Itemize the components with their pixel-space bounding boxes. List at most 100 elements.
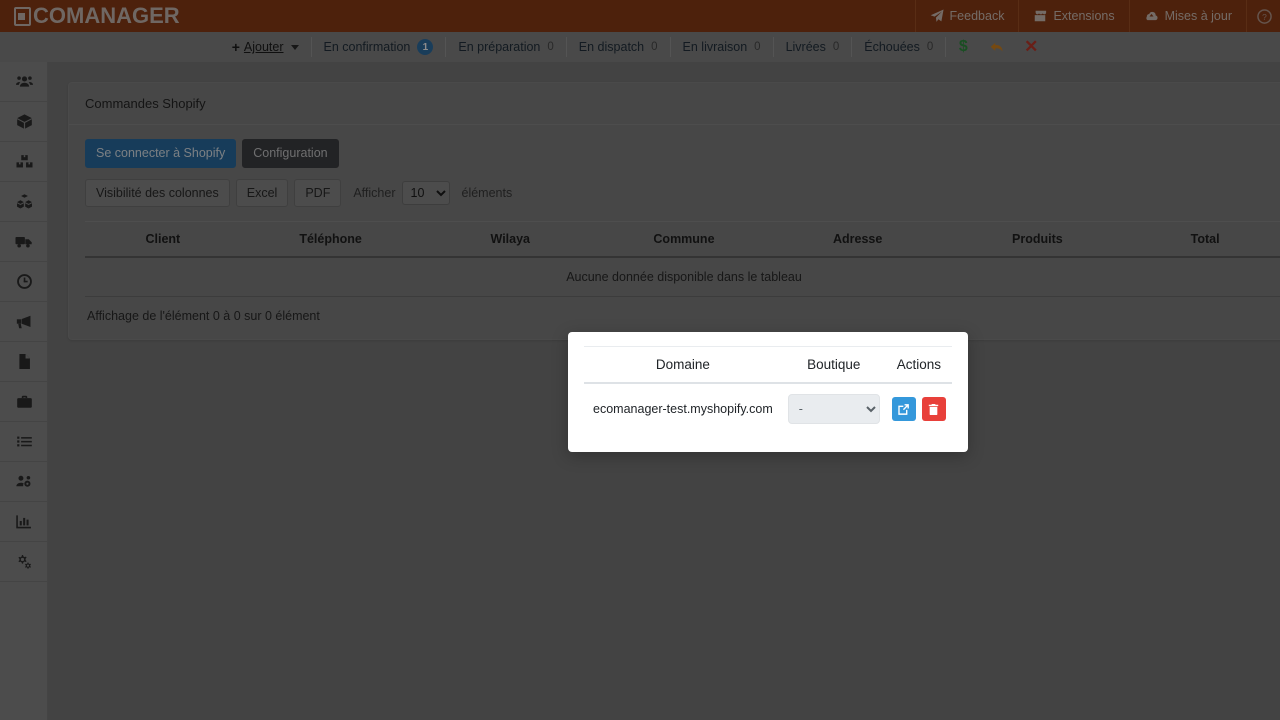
col-produits[interactable]: Produits: [947, 221, 1128, 258]
truck-icon: [15, 237, 32, 248]
boutique-select[interactable]: -: [787, 394, 880, 424]
nav-status-echouees[interactable]: Échouées 0: [852, 32, 945, 62]
sidebar-item-boutique[interactable]: [0, 382, 48, 422]
cloud-upload-icon: [1146, 11, 1158, 21]
cubes-icon: [16, 194, 32, 209]
nav-status-en-confirmation[interactable]: En confirmation 1: [312, 32, 446, 62]
col-boutique: Boutique: [781, 346, 886, 384]
sidebar-item-packs[interactable]: [0, 182, 48, 222]
nav-status-label: Livrées: [785, 40, 826, 54]
sidebar-item-stock[interactable]: [0, 142, 48, 182]
sidebar-filler: [0, 582, 47, 720]
nav-status-livrees[interactable]: Livrées 0: [774, 32, 852, 62]
finance-button[interactable]: $: [946, 32, 980, 62]
paper-plane-icon: [930, 9, 944, 22]
nav-status-label: En confirmation: [323, 40, 411, 54]
sidebar-item-parametres[interactable]: [0, 542, 48, 582]
stores-table-head: Domaine Boutique Actions: [584, 346, 952, 384]
header-item-label: Feedback: [949, 9, 1005, 23]
brand-label: COMANAGER: [33, 3, 180, 28]
top-header: COMANAGER Feedback Extensions Mises à jo…: [0, 0, 1280, 32]
undo-button[interactable]: [980, 32, 1014, 62]
chevron-down-icon: [290, 44, 299, 50]
sidebar-item-historique[interactable]: [0, 262, 48, 302]
brand-e-mark: [14, 6, 31, 26]
users-gear-icon: [16, 475, 31, 487]
connect-shopify-button[interactable]: Se connecter à Shopify: [85, 139, 237, 168]
trash-icon: [929, 403, 939, 415]
cancel-button[interactable]: ✕: [1014, 32, 1048, 62]
gears-icon: [18, 555, 31, 569]
col-domaine: Domaine: [584, 346, 782, 384]
nav-status-en-livraison[interactable]: En livraison 0: [671, 32, 773, 62]
delete-button[interactable]: [921, 397, 946, 421]
card-header: Commandes Shopify: [69, 83, 1280, 125]
nav-status-en-preparation[interactable]: En préparation 0: [446, 32, 565, 62]
nav-status-label: En livraison: [682, 40, 748, 54]
sidebar-item-utilisateurs[interactable]: [0, 462, 48, 502]
header-item-help[interactable]: ?: [1246, 0, 1280, 32]
box-icon: [16, 114, 32, 129]
briefcase-icon: [16, 395, 32, 408]
col-wilaya[interactable]: Wilaya: [420, 221, 601, 258]
col-total[interactable]: Total: [1127, 221, 1280, 258]
status-navbar: + Ajouter En confirmation 1 En préparati…: [0, 32, 1280, 62]
col-adresse[interactable]: Adresse: [767, 221, 948, 258]
length-menu-prefix: Afficher: [353, 185, 396, 200]
empty-message: Aucune donnée disponible dans le tableau: [85, 257, 1280, 297]
status-badge: 1: [417, 39, 434, 55]
header-actions: Feedback Extensions Mises à jour ?: [914, 0, 1280, 32]
nav-status-label: En préparation: [458, 40, 541, 54]
dollar-icon: $: [958, 38, 968, 55]
table-toolbar: Visibilité des colonnes Excel PDF Affich…: [85, 178, 1280, 207]
clock-icon: [16, 274, 32, 289]
page-length-select[interactable]: 102550100: [401, 180, 450, 205]
plus-icon: +: [231, 39, 240, 55]
users-icon: [15, 76, 33, 87]
edit-button[interactable]: [891, 397, 916, 421]
export-pdf-button[interactable]: PDF: [294, 178, 342, 207]
store-icon: [1034, 10, 1047, 22]
app-root: COMANAGER Feedback Extensions Mises à jo…: [0, 0, 1280, 720]
sidebar-item-commandes[interactable]: [0, 422, 48, 462]
brand-logo[interactable]: COMANAGER: [0, 0, 180, 32]
help-circle-icon: ?: [1257, 8, 1272, 24]
store-boutique-cell: -: [782, 383, 886, 434]
status-count: 0: [547, 41, 554, 53]
orders-card: Commandes Shopify Se connecter à Shopify…: [68, 82, 1280, 340]
store-actions-cell: [886, 383, 952, 434]
status-count: 0: [754, 41, 761, 53]
add-label: Ajouter: [243, 40, 284, 54]
column-visibility-button[interactable]: Visibilité des colonnes: [85, 178, 230, 207]
col-client[interactable]: Client: [85, 221, 241, 258]
orders-table-body: Aucune donnée disponible dans le tableau: [85, 257, 1280, 297]
svg-text:?: ?: [1262, 11, 1267, 21]
sidebar-item-clients[interactable]: [0, 62, 48, 102]
table-row: ecomanager-test.myshopify.com -: [584, 383, 952, 434]
sidebar-item-documents[interactable]: [0, 342, 48, 382]
sidebar-item-livraisons[interactable]: [0, 222, 48, 262]
configuration-button[interactable]: Configuration: [242, 139, 339, 168]
add-dropdown-button[interactable]: + Ajouter: [232, 32, 311, 62]
orders-table: Client Téléphone Wilaya Commune Adresse …: [85, 221, 1280, 297]
store-domain: ecomanager-test.myshopify.com: [593, 402, 773, 416]
nav-status-en-dispatch[interactable]: En dispatch 0: [567, 32, 670, 62]
chart-bar-icon: [15, 515, 31, 529]
row-actions: [891, 397, 946, 421]
orders-table-head: Client Téléphone Wilaya Commune Adresse …: [85, 221, 1280, 258]
boxes-stacked-icon: [16, 155, 32, 168]
sidebar-item-statistiques[interactable]: [0, 502, 48, 542]
sidebar-item-marketing[interactable]: [0, 302, 48, 342]
header-item-extensions[interactable]: Extensions: [1018, 0, 1128, 32]
pen-to-square-icon: [898, 403, 910, 415]
nav-status-label: En dispatch: [578, 40, 645, 54]
sidebar-item-produits[interactable]: [0, 102, 48, 142]
col-telephone[interactable]: Téléphone: [240, 221, 421, 258]
header-item-updates[interactable]: Mises à jour: [1128, 0, 1246, 32]
page-title: Commandes Shopify: [85, 96, 206, 111]
header-item-feedback[interactable]: Feedback: [914, 0, 1019, 32]
col-commune[interactable]: Commune: [600, 221, 768, 258]
list-icon: [16, 436, 32, 447]
export-excel-button[interactable]: Excel: [235, 178, 289, 207]
status-count: 0: [926, 41, 934, 53]
